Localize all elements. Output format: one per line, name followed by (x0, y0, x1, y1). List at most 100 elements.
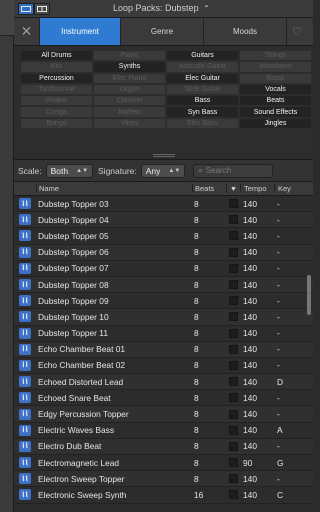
table-row[interactable]: ⌇⌇ Echoed Distorted Lead 8 140 D (14, 374, 313, 391)
audio-loop-icon: ⌇⌇ (19, 343, 31, 355)
favorite-checkbox[interactable] (228, 312, 238, 322)
table-row[interactable]: ⌇⌇ Dubstep Topper 05 8 140 - (14, 228, 313, 245)
favorite-checkbox[interactable] (228, 263, 238, 273)
scrollbar-thumb[interactable] (307, 275, 311, 315)
resize-handle[interactable] (152, 154, 175, 157)
header-name[interactable]: Name (36, 184, 192, 193)
loop-browser-panel: Loop Packs: Dubstep ⌃ ✕ Instrument Genre… (14, 0, 313, 512)
favorite-checkbox[interactable] (228, 490, 238, 500)
table-row[interactable]: ⌇⌇ Electronic Sweep Synth 16 140 C (14, 487, 313, 504)
table-row[interactable]: ⌇⌇ Echo Chamber Beat 02 8 140 - (14, 357, 313, 375)
keyword-button[interactable]: Woodwind (239, 61, 312, 73)
table-row[interactable]: ⌇⌇ Dubstep Topper 10 8 140 - (14, 309, 313, 326)
keyword-button[interactable]: Slide Guitar (166, 83, 239, 96)
search-input[interactable]: ⌕ Search (193, 163, 274, 178)
keyword-button[interactable]: Syn Bass (166, 106, 239, 118)
button-view-button[interactable] (18, 2, 34, 15)
favorite-checkbox[interactable] (228, 247, 238, 257)
keyword-button[interactable]: Conga (20, 106, 93, 118)
keyword-button[interactable]: Guitars (166, 50, 239, 62)
keyword-button[interactable]: Kits (20, 61, 93, 73)
favorite-checkbox[interactable] (228, 441, 238, 451)
keyword-button[interactable]: Bongo (20, 117, 93, 130)
keyword-button[interactable]: Acoustic Guitar (166, 61, 239, 73)
table-row[interactable]: ⌇⌇ Dubstep Topper 09 8 140 - (14, 293, 313, 310)
table-row[interactable]: ⌇⌇ Echo Chamber Beat 01 8 140 - (14, 341, 313, 358)
keyword-button[interactable]: Jingles (239, 117, 312, 130)
row-tempo: 140 (243, 279, 257, 290)
tab-moods[interactable]: Moods (204, 18, 287, 45)
table-row[interactable]: ⌇⌇ Electron Sweep Topper 8 140 - (14, 471, 313, 488)
favorite-checkbox[interactable] (228, 328, 238, 338)
favorite-checkbox[interactable] (228, 296, 238, 306)
table-row[interactable]: ⌇⌇ Electro Dub Beat 8 140 - (14, 438, 313, 455)
keyword-button[interactable]: Tambourine (20, 83, 93, 96)
favorite-checkbox[interactable] (228, 280, 238, 290)
table-row[interactable]: ⌇⌇ Dubstep Topper 06 8 140 - (14, 244, 313, 261)
keyword-button[interactable]: Sound Effects (239, 106, 312, 118)
favorite-checkbox[interactable] (228, 377, 238, 387)
signature-dropdown[interactable]: Any ▲▼ (140, 163, 186, 178)
table-row[interactable]: ⌇⌇ Dubstep Topper 08 8 140 - (14, 276, 313, 294)
table-row[interactable]: ⌇⌇ Electromagnetic Lead 8 90 G (14, 455, 313, 472)
keyword-button[interactable]: Vibes (93, 117, 166, 130)
keyword-button[interactable]: Elec Piano (93, 72, 166, 84)
favorite-checkbox[interactable] (228, 458, 238, 468)
row-tempo: 140 (243, 376, 257, 387)
row-beats: 8 (194, 473, 199, 484)
header-beats[interactable]: Beats (192, 184, 226, 193)
favorite-checkbox[interactable] (228, 199, 238, 209)
row-key: A (277, 425, 283, 436)
keyword-button[interactable]: Beats (239, 95, 312, 107)
favorite-checkbox[interactable] (228, 215, 238, 225)
keyword-button[interactable]: Strings (239, 50, 312, 62)
row-name: Echoed Snare Beat (38, 392, 111, 403)
row-name: Echo Chamber Beat 02 (38, 360, 126, 371)
column-view-button[interactable] (34, 2, 50, 15)
keyword-button[interactable]: All Drums (20, 50, 93, 62)
row-beats: 8 (194, 279, 199, 290)
keyword-button[interactable]: Vocals (239, 83, 312, 96)
category-tabs: ✕ Instrument Genre Moods ♡ (14, 18, 313, 46)
tab-instrument[interactable]: Instrument (40, 18, 121, 45)
favorite-checkbox[interactable] (228, 474, 238, 484)
row-beats: 8 (194, 409, 199, 420)
favorite-checkbox[interactable] (228, 425, 238, 435)
favorite-checkbox[interactable] (228, 344, 238, 354)
reset-filter-button[interactable]: ✕ (14, 18, 40, 45)
keyword-button[interactable]: Shaker (20, 95, 93, 107)
table-row[interactable]: ⌇⌇ Dubstep Topper 07 8 140 - (14, 260, 313, 277)
keyword-button[interactable]: Brass (239, 72, 312, 84)
favorite-checkbox[interactable] (228, 360, 238, 370)
table-row[interactable]: ⌇⌇ Electric Waves Bass 8 140 A (14, 422, 313, 439)
scale-dropdown[interactable]: Both ▲▼ (45, 163, 94, 178)
keyword-button[interactable]: Elec Guitar (166, 72, 239, 84)
favorite-checkbox[interactable] (228, 231, 238, 241)
row-beats: 8 (194, 392, 199, 403)
table-row[interactable]: ⌇⌇ Dubstep Topper 04 8 140 - (14, 212, 313, 229)
keyword-button[interactable]: Synths (93, 61, 166, 73)
keyword-button[interactable]: Elec Bass (166, 117, 239, 130)
audio-loop-icon: ⌇⌇ (19, 262, 31, 274)
keyword-button[interactable]: Organ (93, 83, 166, 96)
row-favorite-cell (226, 231, 240, 241)
row-key: D (277, 376, 284, 387)
loop-packs-selector[interactable]: Loop Packs: Dubstep ⌃ (113, 3, 210, 13)
keyword-button[interactable]: Percussion (20, 72, 93, 84)
favorites-button[interactable]: ♡ (287, 18, 307, 45)
favorite-checkbox[interactable] (228, 393, 238, 403)
table-row[interactable]: ⌇⌇ Echoed Snare Beat 8 140 - (14, 390, 313, 407)
keyword-button[interactable]: Mallets (93, 106, 166, 118)
favorite-checkbox[interactable] (228, 409, 238, 419)
keyword-button[interactable]: Bass (166, 95, 239, 107)
keyword-button[interactable]: Piano (93, 50, 166, 62)
header-favorite[interactable]: ♥ (226, 184, 240, 193)
table-row[interactable]: ⌇⌇ Dubstep Topper 03 8 140 - (14, 196, 313, 213)
keyword-button[interactable]: Clavinet (93, 95, 166, 107)
tab-genre[interactable]: Genre (121, 18, 204, 45)
header-tempo[interactable]: Tempo (240, 184, 274, 193)
row-key: - (277, 409, 280, 420)
header-key[interactable]: Key (274, 184, 299, 193)
table-row[interactable]: ⌇⌇ Dubstep Topper 11 8 140 - (14, 325, 313, 342)
table-row[interactable]: ⌇⌇ Edgy Percussion Topper 8 140 - (14, 406, 313, 423)
